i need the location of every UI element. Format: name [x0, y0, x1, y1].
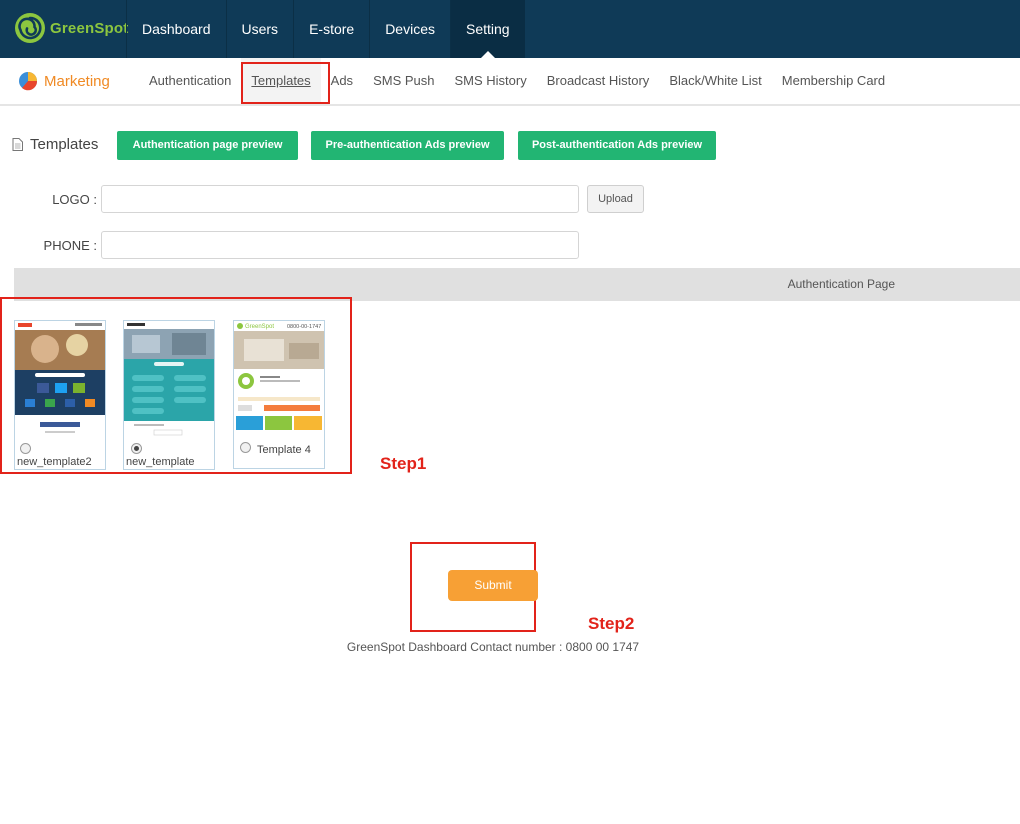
templates-title: Templates [30, 136, 99, 153]
auth-page-preview-button[interactable]: Authentication page preview [117, 131, 298, 160]
pre-auth-ads-preview-button[interactable]: Pre-authentication Ads preview [311, 131, 504, 160]
highlight-templates-tab [241, 62, 330, 104]
nav-users[interactable]: Users [225, 0, 294, 58]
footer-contact: GreenSpot Dashboard Contact number : 080… [346, 640, 640, 654]
section-marketing: Marketing [18, 71, 110, 91]
step1-annotation: Step1 [380, 454, 427, 473]
post-auth-ads-preview-button[interactable]: Post-authentication Ads preview [518, 131, 716, 160]
logo-input[interactable] [101, 185, 579, 213]
phone-label: PHONE : [43, 238, 97, 253]
active-caret-icon [480, 51, 495, 58]
nav-dashboard[interactable]: Dashboard [126, 0, 226, 58]
subnav-broadcast-history[interactable]: Broadcast History [537, 58, 660, 104]
authentication-page-label: Authentication Page [787, 277, 895, 291]
phone-input[interactable] [101, 231, 579, 259]
spiral-logo-icon [15, 13, 45, 43]
step2-annotation: Step2 [588, 614, 635, 633]
subnav-black-white-list[interactable]: Black/White List [659, 58, 771, 104]
subnav-membership-card[interactable]: Membership Card [772, 58, 895, 104]
subnav-authentication[interactable]: Authentication [139, 58, 241, 104]
nav-setting[interactable]: Setting [449, 0, 525, 58]
highlight-template-cards [0, 297, 352, 474]
top-navbar: GreenSpot Dashboard Users E-store Device… [0, 0, 1020, 58]
nav-setting-label: Setting [465, 21, 510, 37]
submit-button[interactable]: Submit [448, 570, 538, 601]
nav-estore[interactable]: E-store [293, 0, 369, 58]
main-nav: Dashboard Users E-store Devices Setting [126, 0, 525, 58]
templates-header: Templates [12, 136, 98, 153]
document-icon [12, 138, 23, 151]
pie-chart-icon [19, 72, 38, 91]
logo-label: LOGO : [52, 192, 97, 207]
subnav-sms-push[interactable]: SMS Push [363, 58, 444, 104]
upload-button[interactable]: Upload [587, 185, 644, 213]
section-title: Marketing [44, 72, 110, 90]
greenspot-logo[interactable]: GreenSpot [14, 12, 128, 44]
subnav-sms-history[interactable]: SMS History [444, 58, 536, 104]
sub-navbar: Marketing Authentication Templates Ads S… [0, 58, 1020, 106]
brand-name: GreenSpot [50, 19, 129, 37]
nav-devices[interactable]: Devices [369, 0, 450, 58]
